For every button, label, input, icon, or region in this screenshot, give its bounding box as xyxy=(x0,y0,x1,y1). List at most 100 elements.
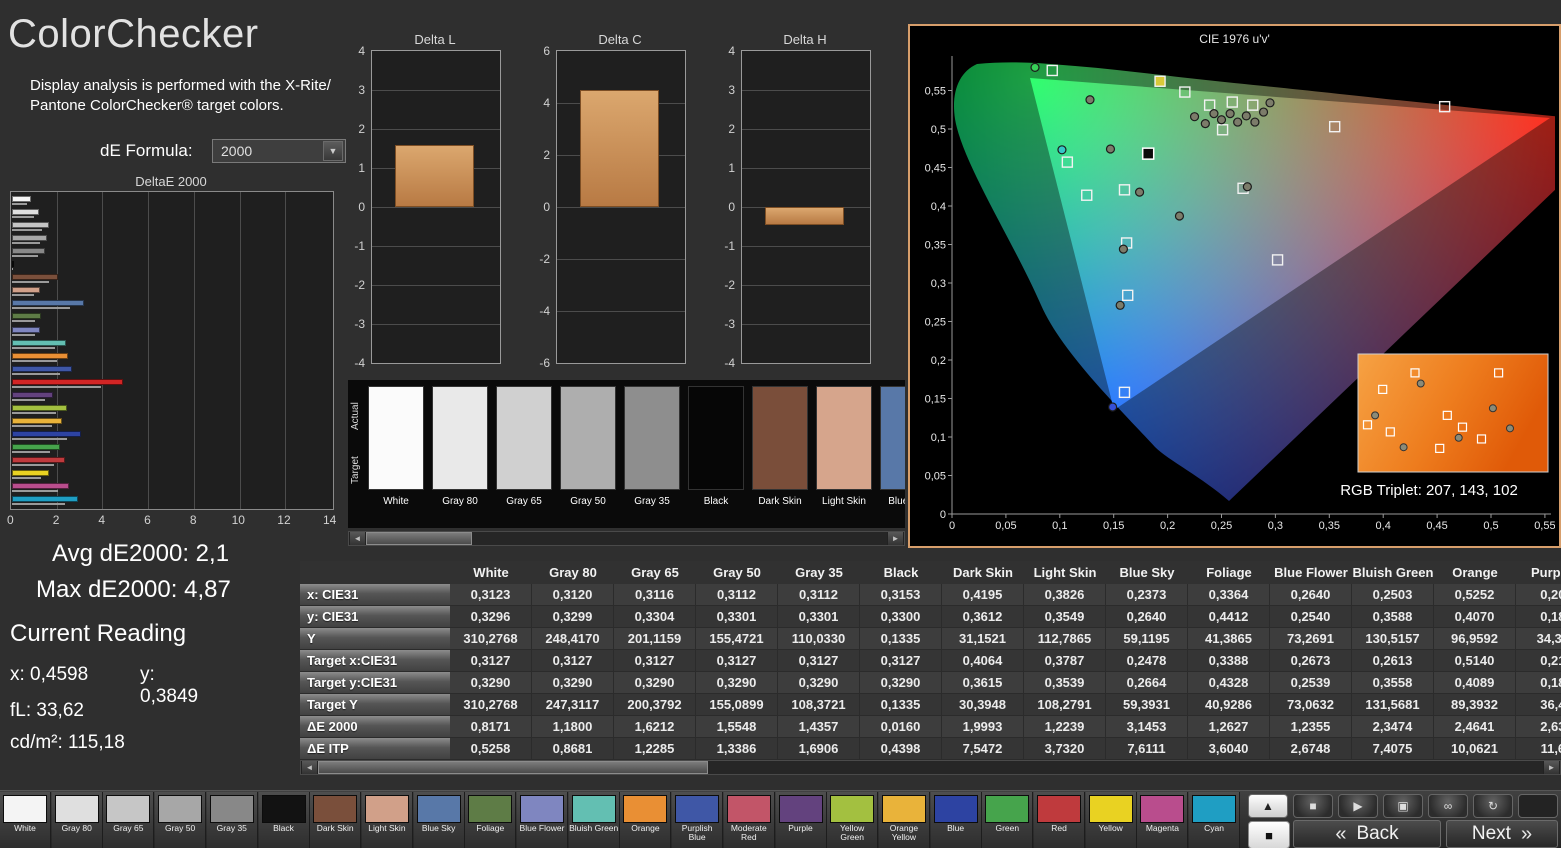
patch-button-yellow[interactable]: Yellow xyxy=(1085,792,1137,848)
de-bar xyxy=(12,352,69,359)
cell-value: 1,1800 xyxy=(532,716,614,738)
axis-tick-label: 6 xyxy=(144,513,151,527)
de-bar-secondary xyxy=(12,242,41,245)
patch-swatch xyxy=(675,795,720,823)
chevron-down-icon[interactable]: ▼ xyxy=(323,141,343,161)
patch-label: Foliage xyxy=(476,823,505,833)
patch-label: Blue xyxy=(947,823,965,833)
right-arrow-icon[interactable]: ► xyxy=(1543,761,1560,774)
patch-button-purple[interactable]: Purple xyxy=(775,792,827,848)
patch-button-purplish-blue[interactable]: Purplish Blue xyxy=(672,792,724,848)
continuous-button[interactable]: ∞ xyxy=(1428,794,1468,818)
table-scroll-track[interactable] xyxy=(318,761,1543,774)
de-bar-row-gray-65 xyxy=(12,221,333,233)
patch-label: Magenta xyxy=(1145,823,1179,833)
svg-text:0,3: 0,3 xyxy=(931,278,946,290)
back-button-label: Back xyxy=(1356,823,1399,844)
de-bar-row-purplish-blue xyxy=(12,365,333,377)
swatch-scrollbar[interactable]: ◄ ► xyxy=(348,531,905,546)
patch-swatch xyxy=(106,795,151,823)
stop-button[interactable]: ■ xyxy=(1293,794,1333,818)
patch-button-magenta[interactable]: Magenta xyxy=(1137,792,1189,848)
left-arrow-icon[interactable]: ◄ xyxy=(349,532,366,545)
cell-value: 96,9592 xyxy=(1434,628,1516,650)
de-bar-row-blue xyxy=(12,430,333,442)
next-button[interactable]: Next » xyxy=(1446,820,1558,848)
de-formula-label: dE Formula: xyxy=(100,141,193,160)
swatch-scroll-thumb[interactable] xyxy=(366,532,472,545)
patch-button-blue-sky[interactable]: Blue Sky xyxy=(413,792,465,848)
svg-text:0,15: 0,15 xyxy=(1103,520,1124,532)
cell-value: 59,1195 xyxy=(1106,628,1188,650)
patch-button-gray-80[interactable]: Gray 80 xyxy=(51,792,103,848)
cell-value: 0,3300 xyxy=(860,606,942,628)
patch-button-blue-flower[interactable]: Blue Flower xyxy=(517,792,568,848)
patch-button-moderate-red[interactable]: Moderate Red xyxy=(723,792,775,848)
row-label: Target Y xyxy=(300,694,450,716)
patch-button-orange-yellow[interactable]: Orange Yellow xyxy=(878,792,930,848)
axis-tick-label: 3 xyxy=(358,83,365,97)
svg-text:0: 0 xyxy=(940,509,946,521)
cell-value: 0,189 xyxy=(1516,672,1561,694)
axis-tick-label: 4 xyxy=(543,96,550,110)
xy-reading: x: 0,4598 y: 0,3849 xyxy=(10,664,198,707)
patch-button-foliage[interactable]: Foliage xyxy=(465,792,517,848)
left-arrow-icon[interactable]: ◄ xyxy=(301,761,318,774)
patch-button-blue[interactable]: Blue xyxy=(930,792,982,848)
cell-value: 1,3386 xyxy=(696,738,778,760)
pattern-button[interactable]: ▣ xyxy=(1383,794,1423,818)
app-description-line2: Pantone ColorChecker® target colors. xyxy=(30,97,284,114)
de-bar xyxy=(12,196,31,202)
de-bar-row-green xyxy=(12,443,333,455)
de-bar xyxy=(12,209,39,216)
patch-button-orange[interactable]: Orange xyxy=(620,792,672,848)
column-header-dark-skin: Dark Skin xyxy=(953,565,1013,580)
back-button[interactable]: « Back xyxy=(1293,820,1441,848)
x-reading: x: 0,4598 xyxy=(10,664,89,685)
pattern-window-icon: ■ xyxy=(1265,827,1273,843)
swatch-scroll-track[interactable] xyxy=(366,532,887,545)
patch-button-dark-skin[interactable]: Dark Skin xyxy=(310,792,362,848)
cell-value: 0,2478 xyxy=(1106,650,1188,672)
panel-toggle-button[interactable]: ▲ xyxy=(1248,794,1288,818)
column-header-white: White xyxy=(473,565,509,580)
patch-button-red[interactable]: Red xyxy=(1034,792,1085,848)
column-header-foliage: Foliage xyxy=(1206,565,1252,580)
cell-value: 0,8171 xyxy=(450,716,532,738)
patch-button-gray-65[interactable]: Gray 65 xyxy=(103,792,155,848)
de-formula-dropdown[interactable]: 2000 ▼ xyxy=(212,139,346,163)
patch-button-light-skin[interactable]: Light Skin xyxy=(361,792,413,848)
patch-swatch xyxy=(778,795,823,823)
table-scroll-thumb[interactable] xyxy=(318,761,708,774)
patch-label: White xyxy=(14,823,36,833)
patch-button-gray-50[interactable]: Gray 50 xyxy=(155,792,207,848)
column-header-blue-flower: Blue Flower xyxy=(1274,565,1348,580)
de-bar xyxy=(12,457,65,463)
blank-button[interactable] xyxy=(1518,794,1558,818)
de-bar-secondary xyxy=(12,424,53,427)
play-button[interactable]: ▶ xyxy=(1338,794,1378,818)
table-scrollbar[interactable]: ◄ ► xyxy=(300,760,1561,775)
swatch-label: Dark Skin xyxy=(758,496,802,507)
axis-tick-label: 4 xyxy=(358,44,365,58)
gridline xyxy=(742,246,870,247)
patch-button-bluish-green[interactable]: Bluish Green xyxy=(568,792,620,848)
patch-button-white[interactable]: White xyxy=(0,792,51,848)
patch-button-gray-35[interactable]: Gray 35 xyxy=(206,792,258,848)
delta-c-title: Delta C xyxy=(598,32,642,47)
patch-label: Bluish Green xyxy=(569,823,619,833)
patch-label: Yellow Green xyxy=(840,823,865,842)
patch-button-cyan[interactable]: Cyan xyxy=(1189,792,1241,848)
patch-button-black[interactable]: Black xyxy=(258,792,310,848)
de-bar-secondary xyxy=(12,229,42,232)
patch-button-yellow-green[interactable]: Yellow Green xyxy=(827,792,879,848)
patch-button-green[interactable]: Green xyxy=(982,792,1034,848)
right-arrow-icon[interactable]: ► xyxy=(887,532,904,545)
column-header-gray-50: Gray 50 xyxy=(713,565,761,580)
table-row-x-cie31: x: CIE31 0,3123 0,3120 0,3116 0,3112 0,3112 0,… xyxy=(300,584,1561,606)
color-swatch xyxy=(624,386,680,490)
svg-text:0,05: 0,05 xyxy=(995,520,1016,532)
loop-button[interactable]: ↻ xyxy=(1473,794,1513,818)
cell-value: 7,4075 xyxy=(1352,738,1434,760)
pattern-window-button[interactable]: ■ xyxy=(1248,821,1290,848)
